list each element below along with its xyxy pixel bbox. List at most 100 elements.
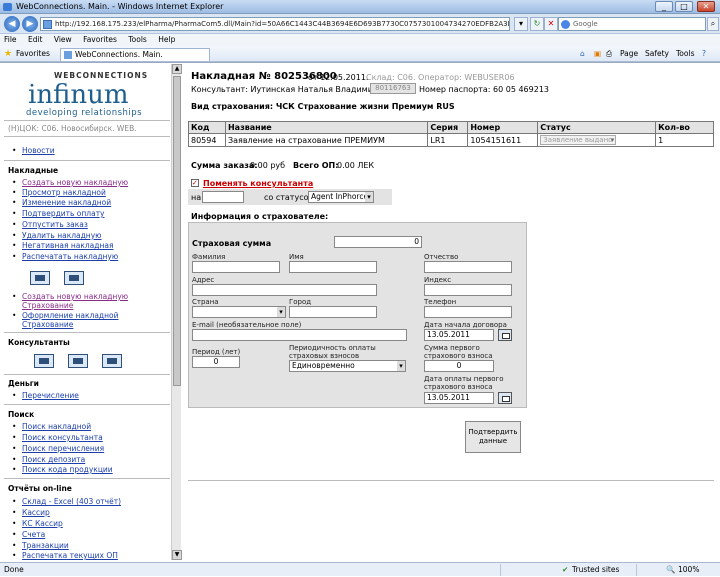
favorites-button[interactable]: Favorites <box>16 46 50 62</box>
menu-favorites[interactable]: Favorites <box>83 35 117 44</box>
change-consultant-link[interactable]: Поменять консультанта <box>203 179 313 188</box>
sidebar-link-search-deposit[interactable]: Поиск депозита <box>12 455 85 464</box>
zip-input[interactable] <box>424 284 512 296</box>
consultant-card-icon[interactable] <box>102 354 122 368</box>
brand-logo: infinum <box>28 80 129 110</box>
sidebar-link-transfer[interactable]: Перечисление <box>12 391 79 400</box>
confirm-data-button[interactable]: Подтвердить данные <box>465 421 521 453</box>
sidebar-link-release-order[interactable]: Отпустить заказ <box>12 220 88 229</box>
period-input[interactable]: 0 <box>192 356 240 368</box>
new-consultant-input[interactable] <box>202 191 244 203</box>
sidebar-link-delete-invoice[interactable]: Удалить накладную <box>12 231 102 240</box>
scroll-down-icon[interactable]: ▼ <box>172 550 182 560</box>
back-button[interactable]: ◀ <box>4 16 20 32</box>
contract-start-input[interactable]: 13.05.2011 <box>424 329 494 341</box>
sidebar-link-report-cashier[interactable]: Кассир <box>12 508 50 517</box>
country-select[interactable] <box>192 306 286 318</box>
sidebar-link-create-insurance-invoice[interactable]: Создать новую накладную Страхование <box>12 292 142 310</box>
menu-edit[interactable]: Edit <box>28 35 43 44</box>
patronymic-input[interactable] <box>424 261 512 273</box>
consultant-edit-icon[interactable] <box>68 354 88 368</box>
print-icon[interactable]: ⎙ <box>606 46 612 62</box>
sidebar-link-search-consultant[interactable]: Поиск консультанта <box>12 433 103 442</box>
scroll-up-icon[interactable]: ▲ <box>172 64 182 74</box>
menu-tools[interactable]: Tools <box>128 35 146 44</box>
menu-view[interactable]: View <box>54 35 72 44</box>
menu-file[interactable]: File <box>4 35 17 44</box>
insurance-binoculars-icon[interactable] <box>30 271 50 285</box>
section-money: Деньги <box>8 379 39 388</box>
stop-icon[interactable]: ✕ <box>544 17 558 31</box>
favorites-star-icon[interactable]: ★ <box>4 50 13 59</box>
home-icon[interactable]: ⌂ <box>580 46 585 62</box>
column-header: Номер <box>467 121 539 134</box>
surname-input[interactable] <box>192 261 280 273</box>
sidebar-link-negative-invoice[interactable]: Негативная накладная <box>12 241 114 250</box>
first-payment-date-input[interactable]: 13.05.2011 <box>424 392 494 404</box>
first-payment-sum-label: Сумма первого страхового взноса <box>424 344 493 360</box>
tools-menu[interactable]: Tools <box>676 46 694 62</box>
change-consultant-checkbox[interactable]: ✓ <box>191 179 199 187</box>
address-toolbar: ◀ ▶ http://192.168.175.233/elPharma/Phar… <box>0 14 720 34</box>
sidebar-link-report-transactions[interactable]: Транзакции <box>12 541 69 550</box>
sidebar-link-search-product-code[interactable]: Поиск кода продукции <box>12 465 113 474</box>
insured-sum-label: Страховая сумма <box>192 239 272 248</box>
zoom-icon[interactable]: 🔍 <box>666 563 675 577</box>
sidebar-link-news[interactable]: Новости <box>12 146 54 155</box>
cell-name: Заявление на страхование ПРЕМИУМ <box>224 133 429 147</box>
close-button[interactable]: ✕ <box>697 1 715 12</box>
search-icon[interactable]: ⌕ <box>707 17 719 31</box>
page-menu[interactable]: Page <box>620 46 638 62</box>
frequency-select[interactable]: Единовременно <box>289 360 406 372</box>
refresh-icon[interactable]: ↻ <box>530 17 544 31</box>
address-input[interactable] <box>192 284 377 296</box>
sidebar-link-search-transfer[interactable]: Поиск перечисления <box>12 444 104 453</box>
op-total-value: 0.00 ЛЕК <box>337 161 375 170</box>
sidebar-scrollbar[interactable]: ▲ ▼ <box>171 64 182 560</box>
sidebar-link-confirm-payment[interactable]: Подтвердить оплату <box>12 209 104 218</box>
sidebar-link-report-print-op[interactable]: Распечатка текущих ОП <box>12 551 118 560</box>
favorites-bar: ★ Favorites WebConnections. Main. ⌂ ▣ ⎙ … <box>0 46 720 62</box>
section-online-reports: Отчёты on-line <box>8 484 72 493</box>
zoom-level[interactable]: 100% <box>678 563 699 577</box>
menu-help[interactable]: Help <box>158 35 175 44</box>
sidebar-link-report-accounts[interactable]: Счета <box>12 530 45 539</box>
feeds-icon[interactable]: ▣ <box>594 46 601 62</box>
status-label: со статусом <box>264 193 315 202</box>
sidebar-link-print-invoice[interactable]: Распечатать накладную <box>12 252 118 261</box>
email-input[interactable] <box>192 329 407 341</box>
calendar-icon[interactable] <box>498 329 512 341</box>
invoice-date: от 12.05.2011. <box>308 73 369 82</box>
city-input[interactable] <box>289 306 377 318</box>
calendar-icon[interactable] <box>498 392 512 404</box>
forward-button[interactable]: ▶ <box>22 16 38 32</box>
dropdown-arrow-icon[interactable]: ▾ <box>514 17 528 31</box>
sidebar-link-report-warehouse[interactable]: Склад - Excel (403 отчёт) <box>12 497 121 506</box>
name-input[interactable] <box>289 261 377 273</box>
insurance-document-icon[interactable] <box>64 271 84 285</box>
scroll-thumb[interactable] <box>173 76 181 386</box>
minimize-button[interactable]: _ <box>655 1 673 12</box>
sidebar-link-issue-insurance-invoice[interactable]: Оформление накладной Страхование <box>12 311 142 329</box>
browser-tab[interactable]: WebConnections. Main. <box>60 48 210 61</box>
window-title: WebConnections. Main. - Windows Internet… <box>16 2 224 11</box>
column-header: Кол-во <box>655 121 714 134</box>
first-payment-sum-input[interactable]: 0 <box>424 360 494 372</box>
table-header-row: Код Название Серия Номер Статус Кол-во <box>188 121 714 134</box>
sidebar-link-report-ks-cashier[interactable]: КС Кассир <box>12 519 63 528</box>
help-icon[interactable]: ? <box>702 46 706 62</box>
sidebar-link-search-invoice[interactable]: Поиск накладной <box>12 422 91 431</box>
sidebar-link-create-invoice[interactable]: Создать новую накладную <box>12 178 128 187</box>
patronymic-label: Отчество <box>424 253 459 261</box>
sidebar-link-edit-invoice[interactable]: Изменение накладной <box>12 198 111 207</box>
search-input[interactable]: Google <box>558 17 706 31</box>
consultant-status-select[interactable]: Agent InPhorce <box>308 191 374 203</box>
sidebar-link-view-invoice[interactable]: Просмотр накладной <box>12 188 106 197</box>
address-input[interactable]: http://192.168.175.233/elPharma/PharmaCo… <box>40 17 510 31</box>
safety-menu[interactable]: Safety <box>645 46 669 62</box>
insured-sum-input[interactable]: 0 <box>334 236 422 248</box>
phone-input[interactable] <box>424 306 512 318</box>
consultant-search-icon[interactable] <box>34 354 54 368</box>
maximize-button[interactable]: □ <box>675 1 693 12</box>
cell-status: Заявление выдано <box>537 133 657 147</box>
